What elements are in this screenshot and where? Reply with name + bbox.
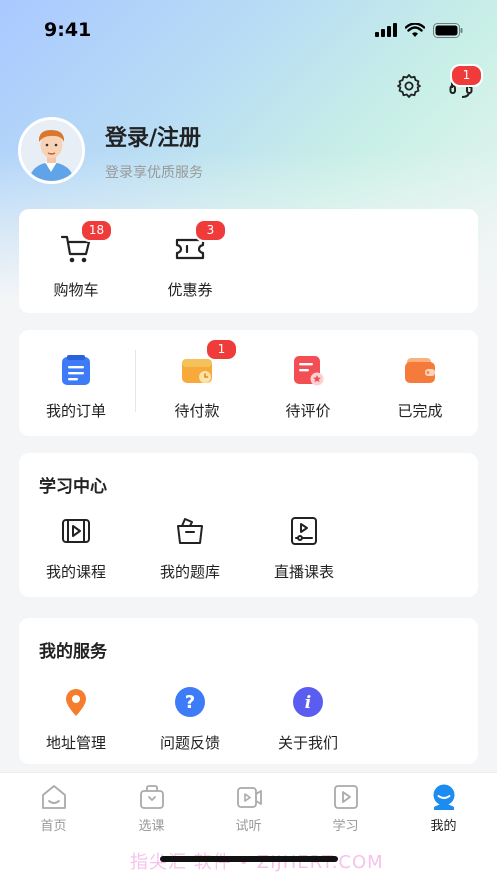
address-management-entry[interactable]: 地址管理 — [19, 680, 133, 753]
pending-review-label: 待评价 — [285, 402, 331, 420]
learning-center-title: 学习中心 — [39, 477, 107, 497]
tab-trial-listen[interactable]: 试听 — [199, 783, 298, 834]
tab-trial-listen-label: 试听 — [235, 819, 262, 834]
question-icon: ? — [175, 687, 205, 717]
pending-review-icon — [294, 356, 324, 386]
completed-label: 已完成 — [397, 402, 443, 420]
tab-study-label: 学习 — [332, 819, 359, 834]
login-register-title[interactable]: 登录/注册 — [105, 120, 203, 152]
feedback-entry[interactable]: ? 问题反馈 — [133, 680, 247, 753]
orders-divider — [135, 350, 136, 412]
orders-card: 我的订单 1 待付款 待评价 已完成 — [19, 330, 478, 436]
my-orders-label: 我的订单 — [45, 402, 106, 420]
tab-course-select-label: 选课 — [138, 819, 165, 834]
service-badge: 1 — [450, 64, 483, 87]
svg-text:i: i — [305, 693, 311, 713]
trial-listen-icon — [236, 787, 262, 808]
customer-service-button[interactable]: 1 — [445, 64, 483, 102]
mine-icon — [433, 784, 454, 810]
avatar[interactable] — [18, 117, 85, 184]
info-icon: i — [293, 687, 323, 717]
quick-access-card: 18 购物车 3 优惠券 — [19, 209, 478, 313]
header-actions: 1 — [393, 64, 483, 102]
pending-payment-entry[interactable]: 1 待付款 — [140, 338, 254, 421]
coupon-badge: 3 — [194, 219, 227, 242]
feedback-label: 问题反馈 — [159, 734, 220, 752]
location-icon — [66, 689, 86, 716]
cart-badge: 18 — [80, 219, 113, 242]
status-icons — [375, 22, 463, 38]
profile-section[interactable]: 登录/注册 登录享优质服务 — [18, 117, 203, 184]
home-icon — [41, 785, 66, 809]
tab-home[interactable]: 首页 — [4, 783, 103, 834]
settings-button[interactable] — [393, 70, 425, 102]
question-bank-icon — [177, 518, 203, 544]
pending-review-entry[interactable]: 待评价 — [251, 348, 365, 421]
about-us-entry[interactable]: i 关于我们 — [251, 680, 365, 753]
address-management-label: 地址管理 — [45, 734, 106, 752]
coupon-entry[interactable]: 3 优惠券 — [133, 219, 247, 300]
gear-icon — [397, 74, 421, 98]
cart-label: 购物车 — [53, 281, 99, 299]
my-courses-entry[interactable]: 我的课程 — [19, 509, 133, 582]
my-services-card: 我的服务 地址管理 ? 问题反馈 i 关于我们 — [19, 618, 478, 764]
course-icon — [62, 519, 90, 543]
tab-course-select[interactable]: 选课 — [102, 783, 201, 834]
study-icon — [333, 785, 358, 809]
login-subtitle: 登录享优质服务 — [105, 164, 203, 181]
course-select-icon — [139, 785, 164, 809]
question-bank-label: 我的题库 — [159, 563, 220, 581]
wifi-icon — [405, 22, 425, 37]
pending-payment-badge: 1 — [205, 338, 238, 361]
question-bank-entry[interactable]: 我的题库 — [133, 509, 247, 582]
status-bar: 9:41 — [0, 0, 497, 60]
my-courses-label: 我的课程 — [45, 563, 106, 581]
completed-wallet-icon — [405, 358, 435, 383]
pending-payment-label: 待付款 — [174, 402, 220, 420]
profile-text: 登录/注册 登录享优质服务 — [105, 120, 203, 182]
svg-text:?: ? — [185, 692, 195, 713]
live-schedule-label: 直播课表 — [273, 563, 334, 581]
my-services-title: 我的服务 — [39, 642, 107, 662]
status-time: 9:41 — [44, 19, 92, 41]
tab-mine[interactable]: 我的 — [394, 783, 493, 834]
live-schedule-entry[interactable]: 直播课表 — [247, 509, 361, 582]
completed-entry[interactable]: 已完成 — [363, 348, 477, 421]
tab-mine-label: 我的 — [430, 819, 457, 834]
learning-center-card: 学习中心 我的课程 我的题库 直播课表 — [19, 453, 478, 597]
order-list-icon — [62, 355, 90, 385]
my-orders-entry[interactable]: 我的订单 — [19, 348, 133, 421]
home-indicator — [160, 856, 338, 862]
live-schedule-icon — [291, 517, 317, 545]
cart-entry[interactable]: 18 购物车 — [19, 219, 133, 300]
battery-icon — [433, 22, 463, 38]
coupon-label: 优惠券 — [167, 281, 213, 299]
tab-home-label: 首页 — [40, 819, 67, 834]
tab-study[interactable]: 学习 — [296, 783, 395, 834]
user-avatar-icon — [21, 120, 82, 181]
cellular-signal-icon — [375, 23, 397, 37]
about-us-label: 关于我们 — [277, 734, 338, 752]
